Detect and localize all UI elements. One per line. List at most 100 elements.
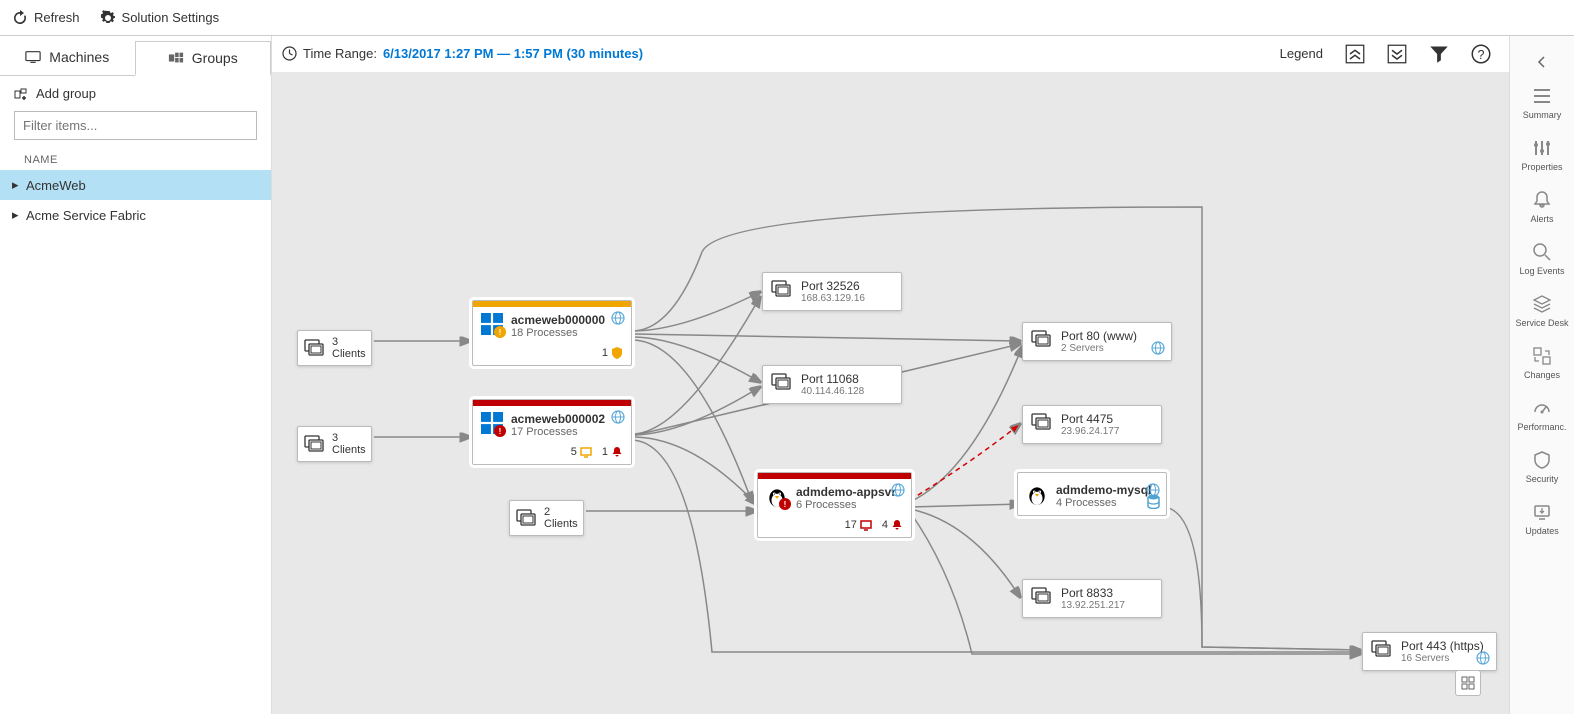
chevron-double-up-icon: [1345, 44, 1365, 64]
stack-icon: [304, 338, 326, 358]
critical-alert-badge: 4: [882, 519, 903, 531]
filter-box: [14, 111, 257, 140]
rail-log-events[interactable]: Log Events: [1510, 236, 1574, 286]
rail-label: Security: [1526, 474, 1559, 484]
bell-icon: [1532, 190, 1552, 210]
time-range-selector[interactable]: Time Range: 6/13/2017 1:27 PM — 1:57 PM …: [272, 36, 1280, 72]
stack-icon: [1371, 639, 1393, 659]
warning-badge-icon: !: [494, 326, 506, 338]
client-node-2[interactable]: 3 Clients: [297, 426, 372, 462]
port-node-8833[interactable]: Port 883313.92.251.217: [1022, 579, 1162, 618]
rail-label: Log Events: [1519, 266, 1564, 276]
machine-node-acmeweb000002[interactable]: ! acmeweb000002 17 Processes 5 1: [472, 399, 632, 465]
rail-collapse-button[interactable]: [1510, 46, 1574, 78]
chevron-left-icon: [1537, 55, 1547, 69]
port-node-32526[interactable]: Port 32526168.63.129.16: [762, 272, 902, 311]
filter-icon: [1429, 44, 1449, 64]
rail-alerts[interactable]: Alerts: [1510, 184, 1574, 234]
client-node-1[interactable]: 3 Clients: [297, 330, 372, 366]
name-column-header: NAME: [0, 150, 271, 170]
linux-icon: [1026, 483, 1048, 505]
collapse-all-button[interactable]: [1387, 44, 1407, 64]
monitor-small-icon: [860, 519, 872, 531]
client-node-3[interactable]: 2 Clients: [509, 500, 584, 536]
stack-icon: [771, 279, 793, 299]
stack-icon: [304, 434, 326, 454]
stack-icon: [516, 508, 538, 528]
time-range-label: Time Range:: [303, 46, 377, 61]
critical-alert-badge: 1: [602, 446, 623, 458]
client-label: 2 Clients: [544, 506, 578, 530]
rail-label: Updates: [1525, 526, 1559, 536]
rail-changes[interactable]: Changes: [1510, 340, 1574, 390]
port-title: Port 8833: [1061, 586, 1125, 600]
rail-summary[interactable]: Summary: [1510, 80, 1574, 130]
windows-icon: !: [481, 412, 503, 434]
legend-button[interactable]: Legend: [1280, 46, 1323, 61]
groups-icon: [168, 51, 184, 65]
machine-node-admdemo-appsvr[interactable]: ! admdemo-appsvr 6 Processes 17 4: [757, 472, 912, 538]
port-sub: 2 Servers: [1061, 343, 1137, 354]
service-desk-icon: [1532, 294, 1552, 314]
tab-groups-label: Groups: [192, 50, 238, 66]
filter-input[interactable]: [23, 118, 248, 133]
solution-settings-label: Solution Settings: [122, 10, 220, 25]
chevron-right-icon: ▸: [12, 177, 20, 193]
tab-groups[interactable]: Groups: [135, 41, 272, 76]
fit-icon: [1461, 676, 1475, 690]
port-title: Port 443 (https): [1401, 639, 1484, 653]
help-button[interactable]: ?: [1471, 44, 1491, 64]
linux-icon: !: [766, 485, 788, 507]
client-label: 3 Clients: [332, 432, 366, 456]
rail-label: Properties: [1521, 162, 1562, 172]
sidebar-item-label: Acme Service Fabric: [26, 208, 146, 223]
port-title: Port 11068: [801, 372, 864, 386]
sidebar-item-acme-service-fabric[interactable]: ▸ Acme Service Fabric: [0, 200, 271, 230]
monitor-small-icon: [580, 446, 592, 458]
bell-icon: [611, 446, 623, 458]
tab-machines[interactable]: Machines: [0, 40, 135, 75]
updates-icon: [1532, 502, 1552, 522]
add-group-label: Add group: [36, 86, 96, 101]
port-sub: 168.63.129.16: [801, 293, 865, 304]
port-node-443[interactable]: Port 443 (https)16 Servers: [1362, 632, 1497, 671]
globe-icon: [611, 410, 625, 424]
rail-properties[interactable]: Properties: [1510, 132, 1574, 182]
warn-alert-badge: 5: [571, 446, 592, 458]
add-group-button[interactable]: Add group: [0, 76, 271, 111]
port-sub: 40.114.46.128: [801, 386, 864, 397]
gauge-icon: [1532, 398, 1552, 418]
port-sub: 13.92.251.217: [1061, 600, 1125, 611]
solution-settings-button[interactable]: Solution Settings: [100, 10, 220, 26]
help-icon: ?: [1471, 44, 1491, 64]
machine-node-acmeweb000000[interactable]: ! acmeweb000000 18 Processes 1: [472, 300, 632, 366]
summary-icon: [1532, 86, 1552, 106]
rail-security[interactable]: Security: [1510, 444, 1574, 494]
port-sub: 16 Servers: [1401, 653, 1484, 664]
rail-updates[interactable]: Updates: [1510, 496, 1574, 546]
expand-all-button[interactable]: [1345, 44, 1365, 64]
port-node-80[interactable]: Port 80 (www)2 Servers: [1022, 322, 1172, 361]
search-icon: [1532, 242, 1552, 262]
port-node-11068[interactable]: Port 1106840.114.46.128: [762, 365, 902, 404]
machine-node-admdemo-mysql[interactable]: admdemo-mysql 4 Processes: [1017, 472, 1167, 516]
port-sub: 23.96.24.177: [1061, 426, 1119, 437]
rail-service-desk[interactable]: Service Desk: [1510, 288, 1574, 338]
rail-label: Changes: [1524, 370, 1560, 380]
port-node-4475[interactable]: Port 447523.96.24.177: [1022, 405, 1162, 444]
stack-icon: [1031, 329, 1053, 349]
error-badge-icon: !: [494, 425, 506, 437]
fit-to-screen-button[interactable]: [1455, 670, 1481, 696]
monitor-icon: [25, 50, 41, 64]
changes-icon: [1532, 346, 1552, 366]
rail-performance[interactable]: Performanc.: [1510, 392, 1574, 442]
bell-icon: [891, 519, 903, 531]
refresh-button[interactable]: Refresh: [12, 10, 80, 26]
alert-badge: 1: [602, 347, 623, 359]
sidebar-item-acmeweb[interactable]: ▸ AcmeWeb: [0, 170, 271, 200]
refresh-label: Refresh: [34, 10, 80, 25]
warn-alert-badge: 17: [845, 519, 872, 531]
tab-machines-label: Machines: [49, 49, 109, 65]
machine-name: acmeweb000002: [511, 412, 605, 426]
filter-button[interactable]: [1429, 44, 1449, 64]
